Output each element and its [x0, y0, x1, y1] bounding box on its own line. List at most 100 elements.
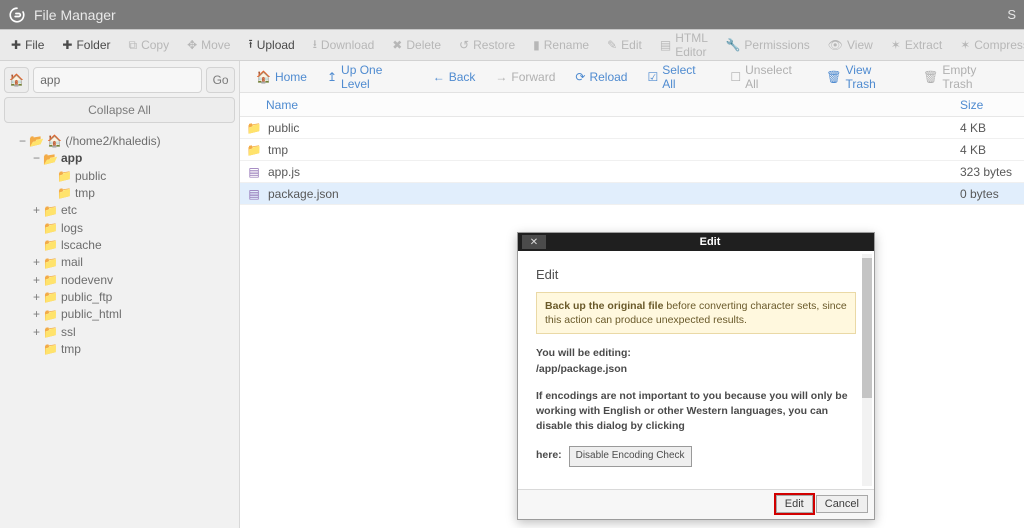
- forward-icon: →: [495, 70, 507, 84]
- select-all-icon: ☑: [647, 70, 658, 84]
- dialog-title: Edit: [546, 236, 874, 248]
- collapse-all-button[interactable]: Collapse All: [4, 97, 235, 123]
- folder-icon: 📁: [57, 168, 72, 185]
- edit-button[interactable]: Edit: [776, 495, 813, 513]
- toolbar-delete[interactable]: ✖Delete: [384, 34, 449, 56]
- disable-row: here: Disable Encoding Check: [536, 446, 856, 467]
- folder-open-icon: 📂: [29, 133, 44, 150]
- compress-icon: ✶: [960, 38, 970, 52]
- tree-app-public[interactable]: 📁public: [46, 168, 235, 185]
- folder-open-icon: 📂: [43, 151, 58, 168]
- folder-tree: −📂🏠 (/home2/khaledis) −📂app 📁public 📁tmp…: [4, 133, 235, 358]
- tree-lscache[interactable]: 📁lscache: [32, 237, 235, 254]
- header-right-text: S: [1007, 7, 1016, 22]
- toolbar-restore[interactable]: ↺Restore: [451, 34, 523, 56]
- rename-icon: ▮: [533, 38, 540, 52]
- action-empty-trash[interactable]: 🗑Empty Trash: [913, 59, 1018, 95]
- action-view-trash[interactable]: 🗑View Trash: [816, 59, 913, 95]
- table-header: Name Size: [240, 93, 1024, 117]
- tree-app[interactable]: −📂app 📁public 📁tmp: [32, 150, 235, 202]
- tree-tmp[interactable]: 📁tmp: [32, 341, 235, 358]
- action-up-level[interactable]: ↥Up One Level: [317, 59, 423, 95]
- restore-icon: ↺: [459, 38, 469, 52]
- cpanel-logo-icon: [8, 5, 28, 25]
- disable-encoding-button[interactable]: Disable Encoding Check: [569, 446, 692, 467]
- col-name[interactable]: Name: [240, 98, 960, 112]
- cancel-button[interactable]: Cancel: [816, 495, 868, 513]
- home-button[interactable]: 🏠: [4, 67, 29, 93]
- trash-icon: 🗑: [826, 70, 841, 84]
- encoding-paragraph: If encodings are not important to you be…: [536, 389, 856, 435]
- move-icon: ✥: [187, 38, 197, 52]
- plus-icon: ✚: [62, 38, 72, 52]
- path-input[interactable]: [33, 67, 202, 93]
- sidebar: 🏠 Go Collapse All −📂🏠 (/home2/khaledis) …: [0, 61, 240, 528]
- warning-box: Back up the original file before convert…: [536, 292, 856, 334]
- file-icon: ▤: [244, 165, 264, 179]
- table-row[interactable]: 📁 tmp 4 KB: [240, 139, 1024, 161]
- action-select-all[interactable]: ☑Select All: [637, 59, 720, 95]
- tree-app-tmp[interactable]: 📁tmp: [46, 185, 235, 202]
- action-reload[interactable]: ⟳Reload: [565, 66, 637, 88]
- folder-icon: 📁: [43, 324, 58, 341]
- table-row[interactable]: ▤ package.json 0 bytes: [240, 183, 1024, 205]
- close-icon: ✕: [530, 237, 538, 248]
- toolbar-compress[interactable]: ✶Compress: [952, 34, 1024, 56]
- go-button[interactable]: Go: [206, 67, 235, 93]
- tree-nodevenv[interactable]: +📁nodevenv: [32, 272, 235, 289]
- tree-ssl[interactable]: +📁ssl: [32, 324, 235, 341]
- key-icon: 🔧: [725, 38, 740, 52]
- app-header: File Manager S: [0, 0, 1024, 29]
- action-back[interactable]: ←Back: [423, 66, 486, 88]
- action-forward[interactable]: →Forward: [485, 66, 565, 88]
- home-icon: 🏠: [9, 73, 24, 87]
- folder-icon: 📁: [57, 185, 72, 202]
- up-icon: ↥: [327, 70, 337, 84]
- table-row[interactable]: ▤ app.js 323 bytes: [240, 161, 1024, 183]
- back-icon: ←: [433, 70, 445, 84]
- toolbar-view[interactable]: 👁View: [820, 34, 881, 56]
- scrollbar[interactable]: [862, 254, 872, 486]
- home-icon: 🏠: [256, 70, 271, 84]
- file-icon: ▤: [244, 187, 264, 201]
- toolbar-extract[interactable]: ✶Extract: [883, 34, 950, 56]
- folder-icon: 📁: [43, 341, 58, 358]
- tree-public-ftp[interactable]: +📁public_ftp: [32, 289, 235, 306]
- editing-path: /app/package.json: [536, 362, 856, 377]
- action-home[interactable]: 🏠Home: [246, 66, 317, 88]
- scrollbar-thumb[interactable]: [862, 258, 872, 398]
- dialog-footer: Edit Cancel: [518, 489, 874, 519]
- tree-public-html[interactable]: +📁public_html: [32, 306, 235, 323]
- extract-icon: ✶: [891, 38, 901, 52]
- delete-icon: ✖: [392, 38, 402, 52]
- folder-icon: 📁: [43, 203, 58, 220]
- tree-logs[interactable]: 📁logs: [32, 220, 235, 237]
- toolbar-copy[interactable]: ⧉Copy: [120, 34, 177, 57]
- toolbar-new-folder[interactable]: ✚Folder: [54, 34, 118, 56]
- upload-icon: ⭱: [248, 35, 252, 56]
- page-title: File Manager: [34, 7, 116, 23]
- tree-mail[interactable]: +📁mail: [32, 254, 235, 271]
- edit-highlight: Edit: [774, 493, 815, 515]
- action-unselect-all[interactable]: ☐Unselect All: [720, 59, 816, 95]
- dialog-heading: Edit: [536, 267, 856, 282]
- dialog-titlebar[interactable]: ✕ Edit: [518, 233, 874, 251]
- col-size[interactable]: Size: [960, 98, 1024, 112]
- folder-icon: 📁: [244, 143, 264, 157]
- toolbar-rename[interactable]: ▮Rename: [525, 34, 597, 56]
- folder-icon: 📁: [43, 237, 58, 254]
- toolbar-move[interactable]: ✥Move: [179, 34, 238, 56]
- toolbar-permissions[interactable]: 🔧Permissions: [717, 34, 817, 56]
- toolbar-download[interactable]: ⭳Download: [305, 31, 383, 60]
- editing-label: You will be editing:: [536, 346, 856, 361]
- table-row[interactable]: 📁 public 4 KB: [240, 117, 1024, 139]
- tree-root[interactable]: −📂🏠 (/home2/khaledis) −📂app 📁public 📁tmp…: [18, 133, 235, 358]
- unselect-icon: ☐: [730, 70, 741, 84]
- toolbar-edit[interactable]: ✎Edit: [599, 34, 650, 56]
- folder-icon: 📁: [43, 289, 58, 306]
- close-button[interactable]: ✕: [522, 235, 546, 249]
- tree-etc[interactable]: +📁etc: [32, 202, 235, 219]
- reload-icon: ⟳: [575, 70, 585, 84]
- toolbar-new-file[interactable]: ✚File: [3, 34, 52, 56]
- toolbar-upload[interactable]: ⭱Upload: [240, 31, 302, 60]
